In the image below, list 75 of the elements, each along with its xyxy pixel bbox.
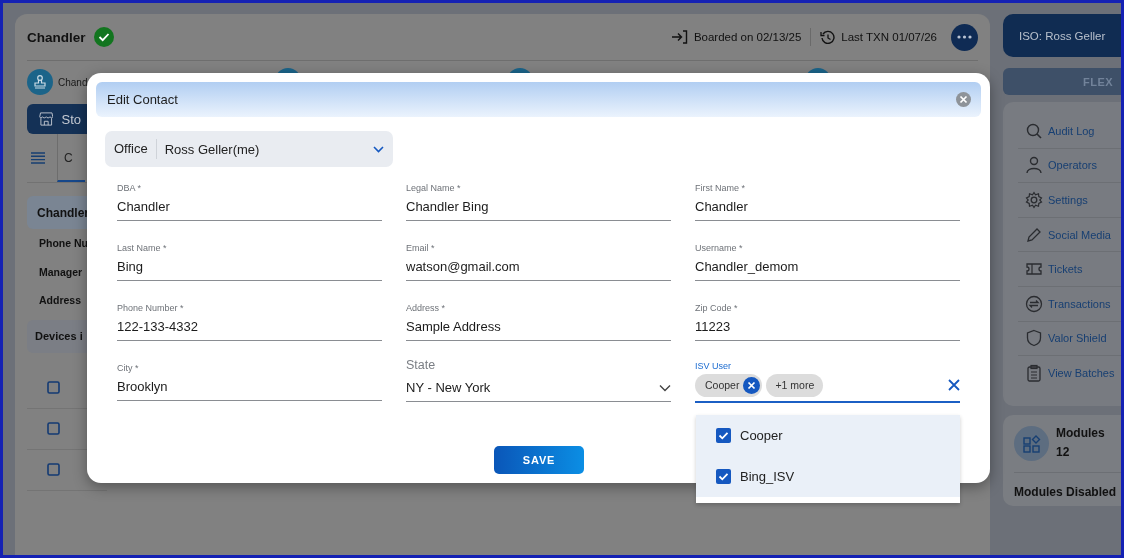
text-field[interactable]: Brooklyn: [117, 374, 382, 401]
close-icon[interactable]: [956, 92, 971, 107]
search-icon: [1025, 121, 1043, 140]
dropdown-option[interactable]: Bing_ISV: [696, 456, 960, 497]
more-icon: [957, 35, 972, 39]
chip-label: Cooper: [705, 379, 740, 391]
dialog-title: Edit Contact: [107, 92, 179, 107]
field-label: First Name *: [695, 182, 746, 194]
text-field[interactable]: Chandler Bing: [406, 194, 671, 221]
remove-icon[interactable]: [743, 376, 761, 394]
text-field[interactable]: watson@gmail.com: [406, 254, 671, 281]
more-button[interactable]: [951, 23, 978, 51]
stamp-icon: [27, 69, 53, 95]
field-label: Legal Name *: [406, 182, 462, 194]
office-label: Office: [114, 139, 157, 159]
info-label: Address: [38, 293, 82, 309]
checkbox[interactable]: [716, 428, 731, 443]
devices-header: Devices i: [27, 319, 87, 353]
merchant-name: Chandler: [27, 29, 86, 45]
checkbox[interactable]: [47, 463, 60, 476]
person-icon: [1025, 156, 1043, 175]
shield-icon: [1025, 329, 1043, 348]
multi-select-field[interactable]: Cooper +1 more: [695, 370, 960, 403]
info-label: Manager: [38, 264, 84, 280]
field-label: Zip Code *: [695, 302, 739, 314]
modules-icon: [1022, 434, 1041, 453]
field-label: State: [406, 358, 437, 373]
history-icon: [820, 29, 836, 45]
modules-title: Modules: [1056, 425, 1105, 440]
sub-tab[interactable]: C: [57, 134, 85, 182]
text-field[interactable]: Bing: [117, 254, 382, 281]
field-label: Last Name *: [117, 242, 168, 254]
option-label: Cooper: [740, 428, 783, 443]
iso-banner: ISO: Ross Geller: [1003, 14, 1121, 57]
store-tab[interactable]: Sto: [27, 104, 87, 134]
save-button[interactable]: SAVE: [494, 446, 584, 474]
office-value: Ross Geller(me): [163, 141, 261, 157]
info-label: Phone Nu: [38, 236, 87, 252]
state-select[interactable]: NY - New York: [406, 375, 671, 402]
swap-icon: [1025, 294, 1043, 313]
modules-count: 12: [1056, 444, 1071, 459]
field-label: DBA *: [117, 182, 142, 194]
text-field[interactable]: Sample Address: [406, 314, 671, 341]
text-field[interactable]: 11223: [695, 314, 960, 341]
dropdown-option[interactable]: Cooper: [696, 415, 960, 456]
checkbox[interactable]: [47, 422, 60, 435]
field-label: Phone Number *: [117, 302, 185, 314]
field-label: Email *: [406, 242, 436, 254]
text-field[interactable]: Chandler_demom: [695, 254, 960, 281]
gear-icon: [1025, 191, 1043, 209]
profile-label: Chand: [58, 76, 88, 88]
user-chip[interactable]: Cooper: [695, 373, 763, 397]
field-label: ISV User: [695, 360, 732, 372]
text-field[interactable]: Chandler: [695, 194, 960, 221]
more-chip[interactable]: +1 more: [766, 373, 824, 397]
sign-in-icon: [670, 30, 688, 44]
field-label: Username *: [695, 242, 744, 254]
last-transaction-date: Last TXN 01/07/26: [841, 31, 937, 43]
office-select[interactable]: Office Ross Geller(me): [105, 131, 393, 167]
chevron-down-icon: [659, 383, 671, 392]
field-label: Address *: [406, 302, 447, 314]
option-label: Bing_ISV: [740, 469, 795, 484]
section-header: Chandler: [27, 196, 87, 229]
menu-icon[interactable]: [31, 152, 45, 164]
text-field[interactable]: 122-133-4332: [117, 314, 382, 341]
store-icon: [39, 110, 54, 128]
checkbox[interactable]: [47, 381, 60, 394]
checkbox[interactable]: [716, 469, 731, 484]
boarded-date: Boarded on 02/13/25: [693, 31, 802, 43]
modules-disabled-label: Modules Disabled: [1014, 484, 1118, 499]
chevron-down-icon: [373, 145, 384, 153]
clear-icon[interactable]: [948, 379, 960, 391]
field-label: City *: [117, 362, 140, 374]
text-field[interactable]: Chandler: [117, 194, 382, 221]
clipboard-icon: [1025, 364, 1043, 383]
